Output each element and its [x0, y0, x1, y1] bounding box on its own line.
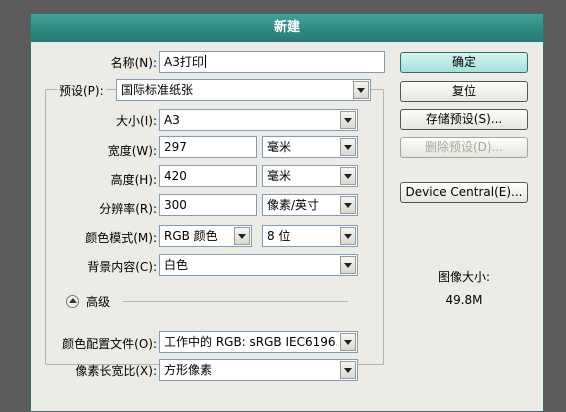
- color-profile-select[interactable]: 工作中的 RGB: sRGB IEC6196...: [159, 331, 358, 353]
- color-mode-value: RGB 颜色: [164, 229, 218, 243]
- resolution-label: 分辨率(R):: [99, 202, 157, 216]
- advanced-toggle-icon[interactable]: [66, 295, 79, 308]
- chevron-down-icon: [340, 167, 356, 185]
- chevron-down-icon: [340, 361, 356, 379]
- chevron-down-icon: [353, 81, 369, 99]
- delete-preset-button: 删除预设(D)...: [400, 137, 528, 158]
- bit-depth-select[interactable]: 8 位: [262, 225, 358, 247]
- preset-value: 国际标准纸张: [121, 83, 194, 97]
- ok-button[interactable]: 确定: [400, 52, 528, 73]
- background-value: 白色: [164, 258, 189, 272]
- save-preset-button[interactable]: 存储预设(S)...: [400, 109, 528, 130]
- dialog-title: 新建: [31, 14, 543, 42]
- chevron-down-icon: [340, 227, 356, 245]
- width-value: 297: [164, 140, 187, 154]
- image-size-value: 49.8M: [445, 293, 483, 307]
- chevron-down-icon: [340, 138, 356, 156]
- resolution-value: 300: [164, 198, 187, 212]
- color-profile-value: 工作中的 RGB: sRGB IEC6196...: [164, 335, 337, 349]
- size-label: 大小(I):: [116, 114, 157, 128]
- background-select[interactable]: 白色: [159, 254, 358, 276]
- bit-depth-value: 8 位: [267, 229, 291, 243]
- chevron-down-icon: [234, 227, 250, 245]
- preset-label: 预设(P):: [57, 82, 106, 99]
- name-input[interactable]: A3打印: [159, 51, 385, 73]
- resolution-unit-value: 像素/英寸: [267, 198, 320, 212]
- width-unit-value: 毫米: [267, 140, 292, 154]
- height-input[interactable]: 420: [159, 165, 257, 187]
- background-label: 背景内容(C):: [87, 260, 157, 274]
- text-caret: [204, 55, 206, 68]
- chevron-down-icon: [340, 333, 356, 351]
- resolution-unit-select[interactable]: 像素/英寸: [262, 194, 358, 216]
- width-input[interactable]: 297: [159, 136, 257, 158]
- pixel-aspect-value: 方形像素: [164, 363, 213, 377]
- color-profile-label: 颜色配置文件(O):: [62, 337, 157, 351]
- device-central-button[interactable]: Device Central(E)...: [400, 182, 528, 203]
- reset-button[interactable]: 复位: [400, 81, 528, 102]
- width-unit-select[interactable]: 毫米: [262, 136, 358, 158]
- advanced-label[interactable]: 高级: [86, 293, 110, 310]
- name-label: 名称(N):: [110, 56, 157, 70]
- pixel-aspect-label: 像素长宽比(X):: [75, 364, 157, 378]
- size-value: A3: [164, 113, 180, 127]
- height-value: 420: [164, 169, 187, 183]
- height-unit-value: 毫米: [267, 169, 292, 183]
- chevron-down-icon: [340, 256, 356, 274]
- size-select[interactable]: A3: [159, 109, 358, 131]
- resolution-input[interactable]: 300: [159, 194, 257, 216]
- name-value: A3打印: [164, 55, 204, 69]
- height-label: 高度(H):: [110, 173, 157, 187]
- chevron-down-icon: [340, 196, 356, 214]
- pixel-aspect-select[interactable]: 方形像素: [159, 359, 358, 381]
- advanced-divider: [123, 301, 348, 302]
- preset-select[interactable]: 国际标准纸张: [116, 79, 371, 101]
- color-mode-label: 颜色模式(M):: [85, 231, 157, 245]
- new-document-dialog: 新建 名称(N): A3打印 预设(P): 国际标准纸张 大小(I): A3 宽…: [30, 13, 544, 412]
- height-unit-select[interactable]: 毫米: [262, 165, 358, 187]
- chevron-down-icon: [340, 111, 356, 129]
- color-mode-select[interactable]: RGB 颜色: [159, 225, 252, 247]
- width-label: 宽度(W):: [107, 144, 157, 158]
- image-size-label: 图像大小:: [437, 270, 491, 284]
